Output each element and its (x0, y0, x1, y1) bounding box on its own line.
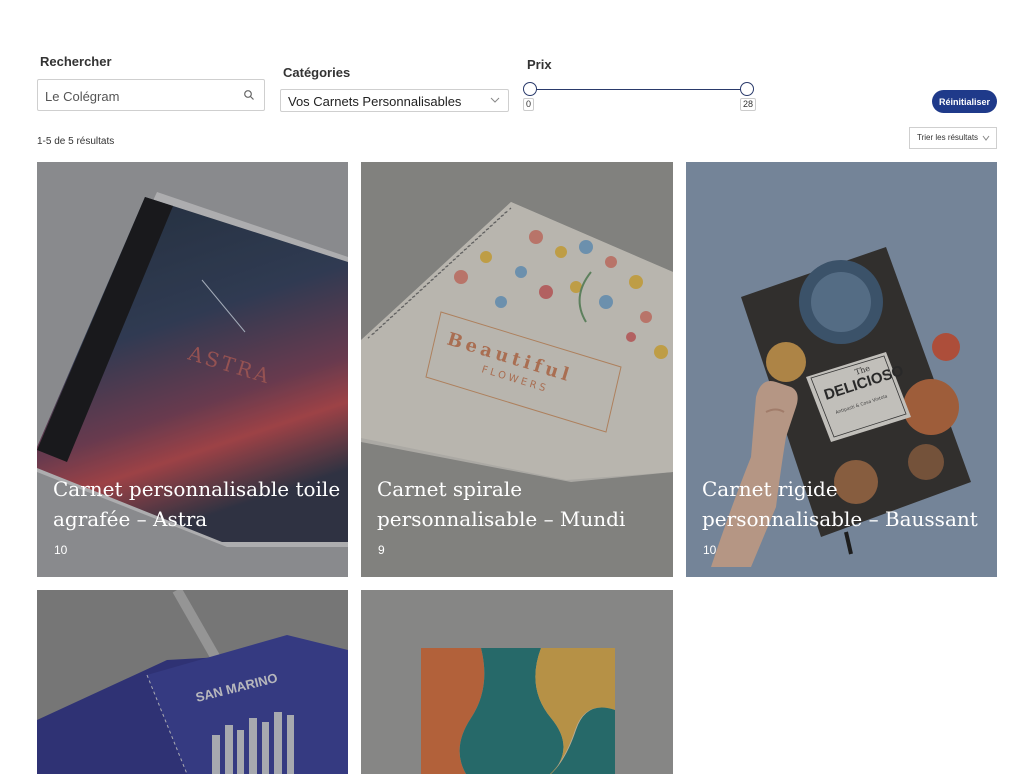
product-title[interactable]: Carnet rigide personnalisable – Baussant (702, 474, 992, 534)
price-min-value: 0 (523, 98, 535, 111)
search-input[interactable] (45, 87, 235, 105)
product-title[interactable]: Carnet spirale personnalisable – Mundi (377, 474, 667, 534)
product-count: 9 (378, 543, 385, 557)
product-count: 10 (54, 543, 68, 557)
product-card-astra[interactable]: ASTRA Carnet personnalisable toile agraf… (37, 162, 348, 577)
filter-bar: Rechercher Catégories Vos Carnets Person… (0, 0, 1028, 160)
results-count: 1-5 de 5 résultats (37, 136, 115, 147)
chevron-down-icon (490, 97, 500, 103)
sort-label: Trier les résultats (917, 133, 979, 142)
reset-button[interactable]: Réinitialiser (932, 90, 997, 113)
product-card-mundi[interactable]: Beautiful FLOWERS Carnet spirale personn… (361, 162, 673, 577)
price-slider-track[interactable] (530, 89, 747, 90)
product-count: 10 (703, 543, 717, 557)
price-min-handle[interactable] (523, 82, 537, 96)
search-field[interactable] (37, 79, 265, 111)
category-label: Catégories (283, 65, 351, 80)
product-title[interactable]: Carnet personnalisable toile agrafée – A… (53, 474, 343, 534)
category-selected-value: Vos Carnets Personnalisables (288, 94, 462, 109)
price-max-handle[interactable] (740, 82, 754, 96)
search-icon[interactable] (243, 89, 255, 101)
price-label: Prix (527, 57, 552, 72)
price-max-value: 28 (740, 98, 757, 111)
product-card-san-marino[interactable]: SAN MARINO (37, 590, 348, 774)
product-card-baussant[interactable]: The DELICIOSO Antipasti & Cosa Vintola C… (686, 162, 997, 577)
search-label: Rechercher (40, 54, 112, 69)
category-select[interactable]: Vos Carnets Personnalisables (280, 89, 509, 112)
sort-select[interactable]: Trier les résultats (909, 127, 997, 149)
product-card-abstract[interactable] (361, 590, 673, 774)
chevron-down-icon (982, 135, 990, 141)
